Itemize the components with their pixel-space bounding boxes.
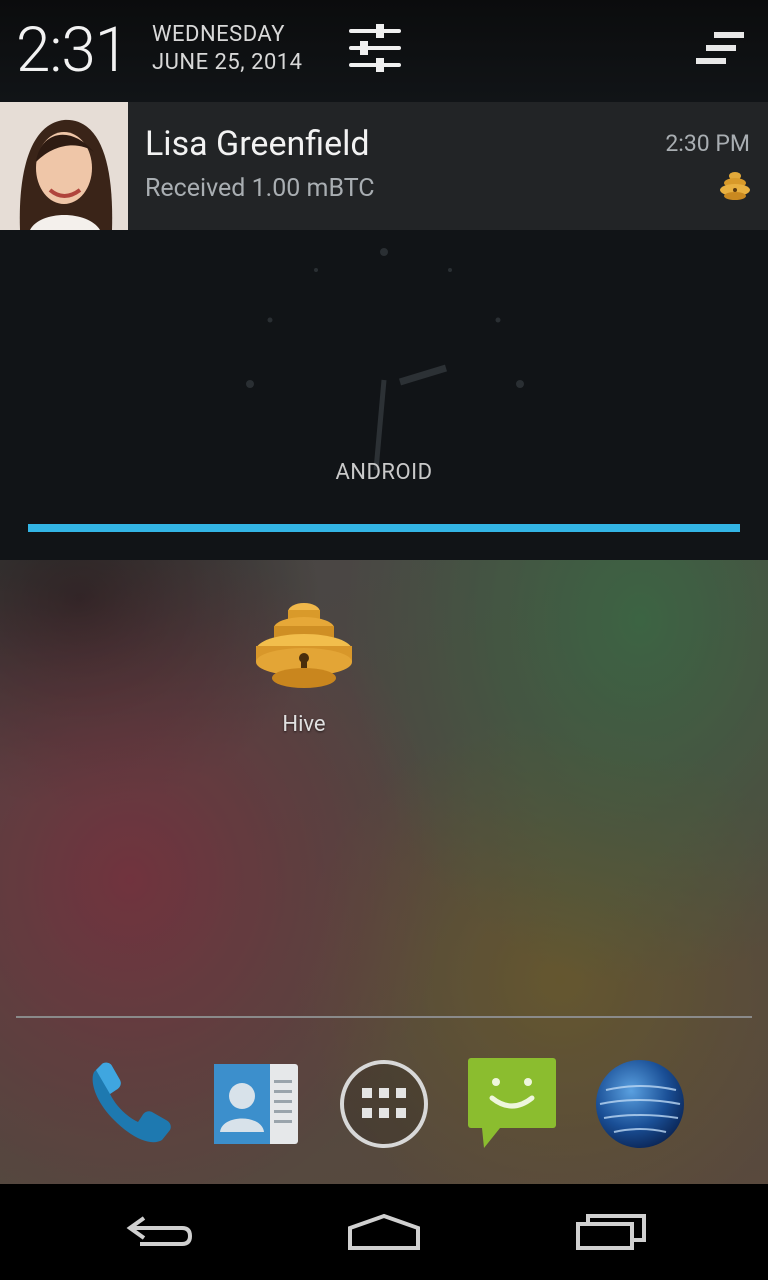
app-hive[interactable]: [244, 598, 364, 702]
recents-icon[interactable]: [572, 1204, 652, 1260]
notification-title: Lisa Greenfield: [145, 124, 370, 164]
messaging-icon[interactable]: [464, 1056, 560, 1152]
browser-icon[interactable]: [592, 1056, 688, 1152]
shade-header: 2:31 WEDNESDAY JUNE 25, 2014: [0, 0, 768, 100]
notification-card[interactable]: Lisa Greenfield Received 1.00 mBTC 2:30 …: [0, 102, 768, 230]
clear-all-icon[interactable]: [694, 32, 746, 66]
back-icon[interactable]: [120, 1204, 200, 1260]
clock-widget-decoration: [246, 248, 524, 470]
contact-photo: [0, 102, 128, 230]
hive-icon: [720, 172, 750, 200]
notification-shade: 2:31 WEDNESDAY JUNE 25, 2014 Lisa Greenf…: [0, 0, 768, 560]
shade-progress-bar: [28, 524, 740, 532]
hive-icon: [256, 603, 352, 688]
header-clock[interactable]: 2:31: [16, 14, 129, 87]
dock-divider: [16, 1016, 752, 1018]
contacts-icon[interactable]: [208, 1056, 304, 1152]
home-icon[interactable]: [344, 1204, 424, 1260]
shade-progress-fill: [28, 524, 740, 532]
navigation-bar: [0, 1184, 768, 1280]
header-date[interactable]: JUNE 25, 2014: [152, 50, 303, 75]
app-drawer-icon[interactable]: [336, 1056, 432, 1152]
notification-text: Received 1.00 mBTC: [145, 174, 375, 203]
phone-icon[interactable]: [80, 1056, 176, 1152]
quick-settings-icon[interactable]: [348, 22, 402, 74]
carrier-label: ANDROID: [335, 460, 433, 485]
header-day[interactable]: WEDNESDAY: [152, 22, 285, 47]
app-hive-label[interactable]: Hive: [244, 712, 364, 737]
notification-time: 2:30 PM: [665, 130, 750, 157]
